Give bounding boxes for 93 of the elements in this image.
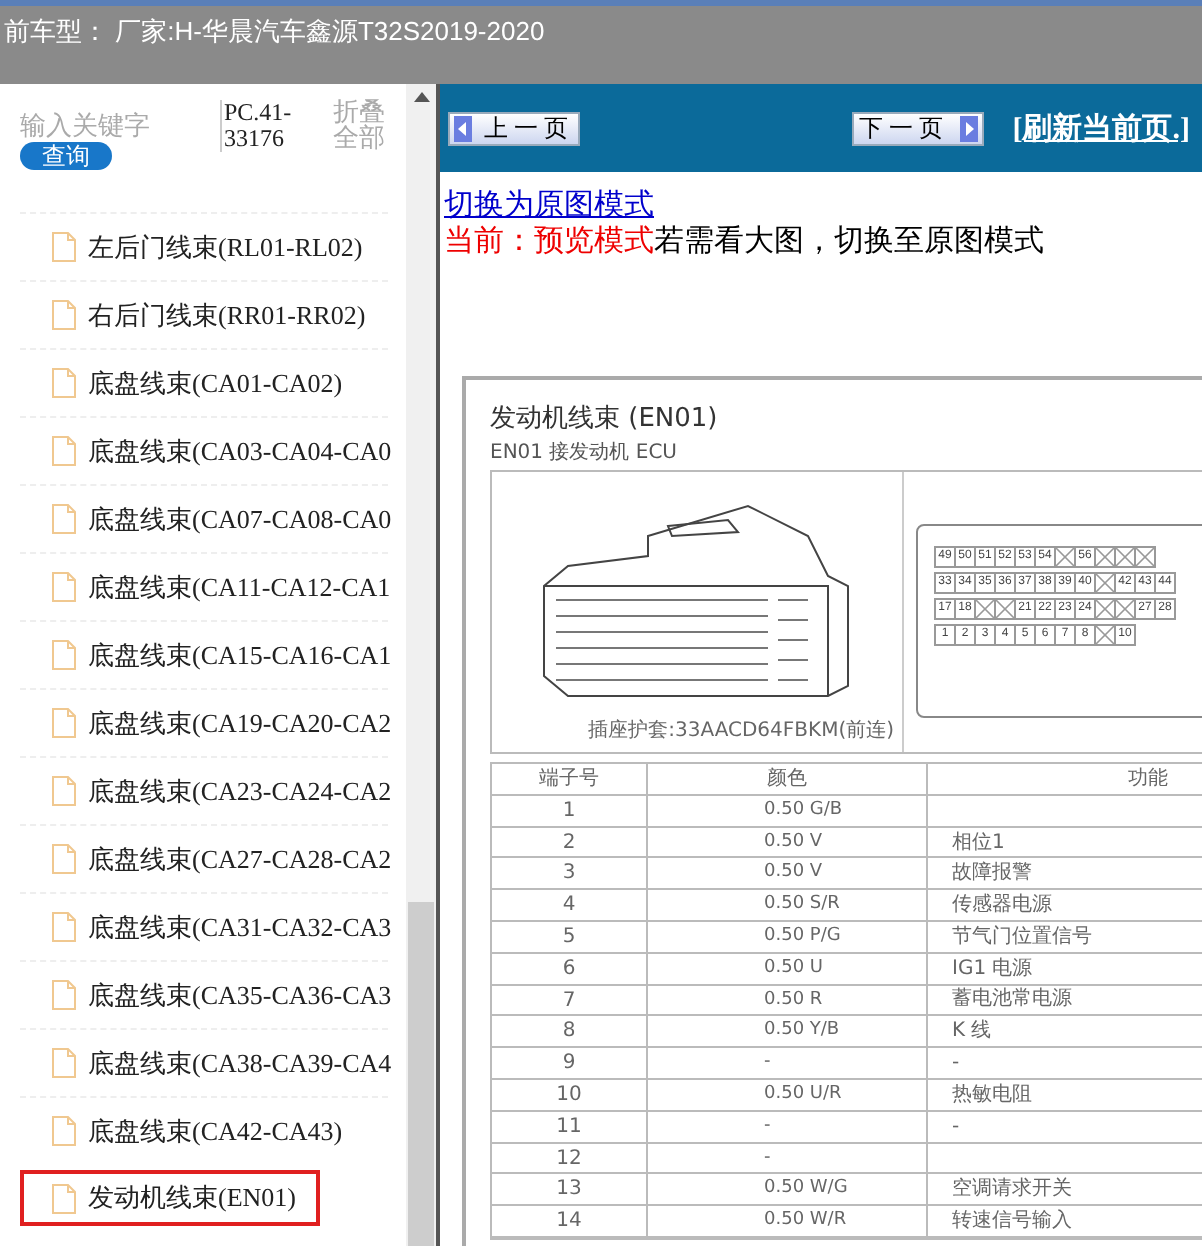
table-cell-text: 空调请求开关: [950, 1175, 1072, 1205]
tree-item[interactable]: 底盘线束(CA35-CA36-CA3: [20, 960, 388, 1028]
refresh-page-link[interactable]: [刷新当前页.]: [1012, 109, 1190, 147]
table-cell: -: [648, 1143, 928, 1173]
tree-item[interactable]: 底盘线束(CA38-CA39-CA4: [20, 1028, 388, 1096]
table-cell: 5: [492, 921, 648, 952]
document-icon: [52, 1048, 76, 1078]
table-cell: 8: [492, 1016, 648, 1047]
table-cell-text: 相位1: [950, 829, 1005, 857]
tree-item[interactable]: 左后门线束(RL01-RL02): [20, 212, 388, 280]
table-cell: -: [648, 1111, 928, 1142]
search-button[interactable]: 查询: [20, 142, 112, 170]
connector-caption: 插座护套:33AACD64FBKM(前连): [588, 717, 894, 744]
table-cell: 0.50 P/G: [648, 921, 928, 952]
table-cell: 11: [492, 1111, 648, 1142]
tree-item[interactable]: 底盘线束(CA23-CA24-CA2: [20, 756, 388, 824]
document-icon: [52, 912, 76, 942]
tree-item[interactable]: 底盘线束(CA11-CA12-CA1: [20, 552, 388, 620]
document-icon: [52, 232, 76, 262]
document-icon: [52, 844, 76, 874]
table-cell: 0.50 G/B: [648, 795, 928, 826]
table-cell: 14: [492, 1206, 648, 1236]
table-cell: 13: [492, 1174, 648, 1205]
tree-item[interactable]: 底盘线束(CA27-CA28-CA2: [20, 824, 388, 892]
table-cell-text: 热敏电阻: [950, 1081, 1032, 1110]
original-mode-link[interactable]: 切换为原图模式: [444, 188, 1202, 224]
table-cell-text: -: [950, 1113, 960, 1142]
column-header: 端子号: [492, 764, 648, 794]
table-cell: 0.50 U/R: [648, 1079, 928, 1110]
previous-page-button[interactable]: 上一页: [448, 111, 580, 145]
document-icon: [52, 300, 76, 330]
part-code-text: PC.41-33176: [220, 100, 301, 152]
column-header: 颜色: [648, 764, 928, 794]
tree-item[interactable]: 底盘线束(CA03-CA04-CA0: [20, 416, 388, 484]
document-icon: [52, 504, 76, 534]
empty-pin-cell: [1094, 572, 1116, 594]
document-icon: [52, 1183, 76, 1213]
document-title: 发动机线束 (EN01): [490, 402, 720, 436]
table-cell: 4: [492, 890, 648, 920]
tree-item[interactable]: 底盘线束(CA01-CA02): [20, 348, 388, 416]
tree-item[interactable]: 底盘线束(CA19-CA20-CA2: [20, 688, 388, 756]
table-cell-text: 转速信号输入: [950, 1207, 1072, 1237]
table-cell-text: -: [950, 1050, 960, 1079]
table-cell: 7: [492, 985, 648, 1015]
table-cell: 9: [492, 1048, 648, 1078]
empty-pin-cell: [1054, 546, 1076, 568]
mode-hint-text: 若需看大图，切换至原图模式: [654, 226, 1044, 258]
table-cell: 3: [492, 858, 648, 889]
vehicle-model-title: 前车型： 厂家:H-华晨汽车鑫源T32S2019-2020: [4, 16, 545, 46]
document-icon: [52, 368, 76, 398]
scrollbar[interactable]: [406, 84, 436, 1246]
table-cell: 0.50 Y/B: [648, 1016, 928, 1047]
table-cell: 0.50 V: [648, 827, 928, 857]
table-cell: 1: [492, 795, 648, 826]
tree-item[interactable]: 底盘线束(CA42-CA43): [20, 1096, 388, 1164]
table-cell: 0.50 U: [648, 953, 928, 984]
document-icon: [52, 980, 76, 1010]
column-header: 功能: [1126, 765, 1168, 794]
document-subtitle: EN01 接发动机 ECU: [490, 439, 680, 466]
next-page-button[interactable]: 下一页: [852, 111, 985, 145]
empty-pin-cell: [1094, 624, 1116, 646]
table-cell-text: K 线: [950, 1017, 992, 1047]
document-icon: [52, 436, 76, 466]
table-cell: 0.50 S/R: [648, 890, 928, 920]
table-cell: 0.50 V: [648, 858, 928, 889]
tree-item[interactable]: 右后门线束(RR01-RR02): [20, 280, 388, 348]
table-cell: -: [648, 1048, 928, 1078]
tree-item[interactable]: 底盘线束(CA31-CA32-CA3: [20, 892, 388, 960]
table-cell: 2: [492, 827, 648, 857]
table-cell: 10: [492, 1079, 648, 1110]
mode-status-text: 当前：预览模式: [444, 226, 654, 258]
right-arrow-icon: [960, 115, 979, 141]
table-cell: 0.50 R: [648, 985, 928, 1015]
table-cell-text: 传感器电源: [950, 891, 1052, 921]
document-icon: [52, 776, 76, 806]
table-cell: 12: [492, 1143, 648, 1173]
tree-item[interactable]: 发动机线束(EN01): [20, 1170, 320, 1226]
table-cell: 0.50 W/R: [648, 1206, 928, 1236]
document-icon: [52, 1116, 76, 1146]
scrollbar-thumb[interactable]: [408, 902, 434, 1246]
table-cell: 6: [492, 953, 648, 984]
scroll-up-arrow-icon[interactable]: [413, 92, 429, 102]
table-cell-text: 故障报警: [950, 859, 1032, 889]
document-icon: [52, 572, 76, 602]
table-cell: 0.50 W/G: [648, 1174, 928, 1205]
table-cell-text: IG1 电源: [950, 955, 1033, 984]
table-cell-text: 节气门位置信号: [950, 923, 1092, 952]
left-arrow-icon: [454, 115, 472, 141]
document-icon: [52, 708, 76, 738]
document-icon: [52, 640, 76, 670]
tree-item[interactable]: 底盘线束(CA07-CA08-CA0: [20, 484, 388, 552]
tree-item[interactable]: 底盘线束(CA15-CA16-CA1: [20, 620, 388, 688]
table-cell-text: 蓄电池常电源: [950, 985, 1072, 1015]
